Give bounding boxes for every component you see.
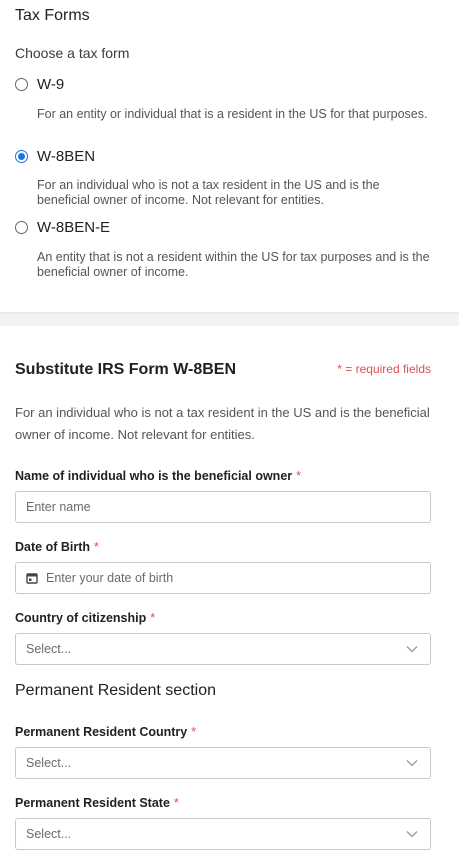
required-asterisk: * bbox=[191, 725, 197, 739]
dob-field-label: Date of Birth * bbox=[15, 540, 99, 554]
radio-label-w8ben: W-8BEN bbox=[37, 148, 96, 165]
radio-button-w8ben[interactable] bbox=[15, 150, 28, 163]
radio-description-w8ben: For an individual who is not a tax resid… bbox=[37, 178, 380, 207]
pr-country-label-text: Permanent Resident Country bbox=[15, 725, 188, 739]
required-asterisk: * bbox=[94, 540, 99, 554]
name-field-label: Name of individual who is the beneficial… bbox=[15, 469, 301, 483]
dob-input[interactable] bbox=[46, 571, 430, 585]
radio-description-w8bene: An entity that is not a resident within … bbox=[37, 250, 430, 279]
permanent-resident-section-title: Permanent Resident section bbox=[15, 682, 216, 699]
required-asterisk: * bbox=[150, 611, 156, 625]
radio-label-w9: W-9 bbox=[37, 76, 65, 93]
citizenship-select-value: Select... bbox=[26, 642, 72, 656]
citizenship-field-label: Country of citizenship * bbox=[15, 611, 155, 625]
form-title: Substitute IRS Form W-8BEN bbox=[15, 361, 237, 378]
choose-tax-form-prompt: Choose a tax form bbox=[15, 45, 130, 61]
dob-label-text: Date of Birth bbox=[15, 540, 90, 554]
required-asterisk: * bbox=[296, 469, 302, 483]
tax-forms-title: Tax Forms bbox=[15, 7, 90, 24]
radio-description-w9: For an entity or individual that is a re… bbox=[37, 107, 428, 121]
name-input[interactable] bbox=[26, 500, 430, 514]
radio-label-w8bene: W-8BEN-E bbox=[37, 219, 111, 236]
required-fields-note: * = required fields bbox=[337, 362, 431, 376]
radio-option-w8ben[interactable]: W-8BEN bbox=[15, 148, 95, 165]
section-divider bbox=[0, 312, 459, 326]
citizenship-label-text: Country of citizenship bbox=[15, 611, 147, 625]
name-input-wrapper bbox=[15, 491, 431, 523]
name-label-text: Name of individual who is the beneficial… bbox=[15, 469, 293, 483]
pr-state-label-text: Permanent Resident State bbox=[15, 796, 170, 810]
pr-state-select-value: Select... bbox=[26, 827, 72, 841]
chevron-down-icon bbox=[403, 825, 421, 843]
required-asterisk: * bbox=[173, 796, 179, 810]
pr-country-select[interactable]: Select... bbox=[15, 747, 431, 779]
pr-state-select[interactable]: Select... bbox=[15, 818, 431, 850]
chevron-down-icon bbox=[403, 640, 421, 658]
radio-option-w9[interactable]: W-9 bbox=[15, 76, 64, 93]
citizenship-select[interactable]: Select... bbox=[15, 633, 431, 665]
tax-forms-card: Tax Forms Choose a tax form W-9 For an e… bbox=[0, 0, 459, 312]
dob-input-wrapper bbox=[15, 562, 431, 594]
radio-button-w8bene[interactable] bbox=[15, 221, 28, 234]
pr-state-field-label: Permanent Resident State * bbox=[15, 796, 179, 810]
form-description: For an individual who is not a tax resid… bbox=[15, 405, 430, 442]
radio-button-w9[interactable] bbox=[15, 78, 28, 91]
w8ben-form-card: Substitute IRS Form W-8BEN * = required … bbox=[0, 326, 459, 861]
pr-country-field-label: Permanent Resident Country * bbox=[15, 725, 196, 739]
calendar-icon[interactable] bbox=[26, 572, 38, 584]
pr-country-select-value: Select... bbox=[26, 756, 72, 770]
chevron-down-icon bbox=[403, 754, 421, 772]
radio-option-w8bene[interactable]: W-8BEN-E bbox=[15, 219, 110, 236]
